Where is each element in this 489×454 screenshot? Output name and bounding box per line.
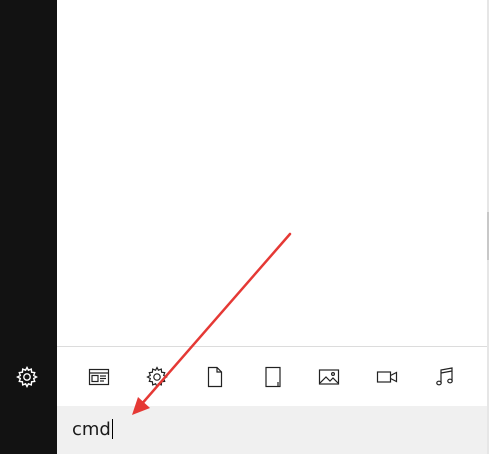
text-caret — [111, 419, 113, 439]
search-query-text: cmd — [72, 418, 113, 442]
music-filter-button[interactable] — [433, 365, 457, 389]
search-filter-bar — [57, 346, 487, 407]
gear-icon — [16, 365, 38, 389]
start-search-panel: cmd — [0, 0, 489, 454]
rail-settings-button[interactable] — [15, 365, 39, 389]
music-note-icon — [436, 367, 453, 386]
search-input[interactable]: cmd — [57, 406, 487, 454]
gear-icon — [146, 366, 168, 388]
photos-filter-button[interactable] — [317, 365, 341, 389]
start-left-rail — [0, 0, 57, 454]
document-icon — [207, 366, 223, 388]
documents-filter-button[interactable] — [203, 365, 227, 389]
settings-filter-button[interactable] — [145, 365, 169, 389]
tablet-document-icon — [265, 366, 281, 388]
videos-filter-button[interactable] — [375, 365, 399, 389]
apps-window-icon — [88, 368, 110, 386]
search-query-value: cmd — [72, 419, 111, 440]
apps-filter-button[interactable] — [87, 365, 111, 389]
photo-icon — [318, 369, 340, 385]
folders-filter-button[interactable] — [261, 365, 285, 389]
video-camera-icon — [376, 371, 398, 383]
